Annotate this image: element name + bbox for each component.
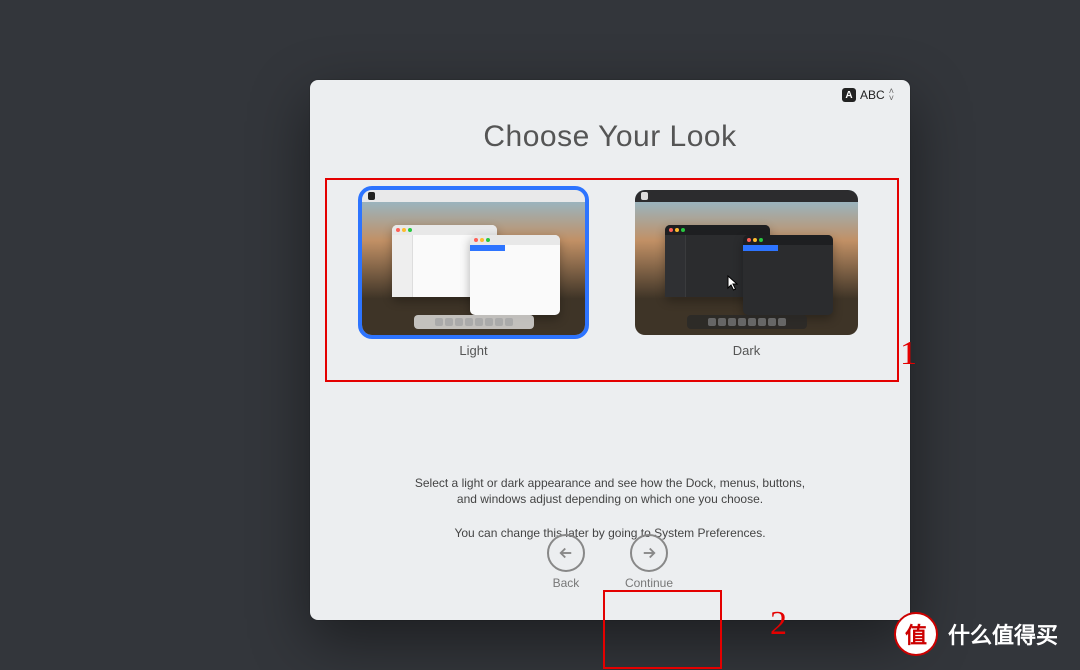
annotation-number-2: 2 (770, 605, 787, 643)
arrow-left-icon (547, 534, 585, 572)
input-source-selector[interactable]: A ABC ˄˅ (842, 88, 894, 102)
description: Select a light or dark appearance and se… (310, 474, 910, 542)
theme-option-dark[interactable]: Dark (635, 190, 858, 358)
chevron-up-down-icon: ˄˅ (889, 88, 894, 102)
setup-window: A ABC ˄˅ Choose Your Look Light (310, 80, 910, 620)
watermark-text: 什么值得买 (948, 618, 1058, 650)
back-label: Back (553, 576, 580, 590)
continue-button[interactable]: Continue (625, 534, 673, 590)
watermark-badge: 值 (894, 612, 938, 656)
back-button[interactable]: Back (547, 534, 585, 590)
arrow-right-icon (630, 534, 668, 572)
nav-buttons: Back Continue (310, 534, 910, 590)
cursor-icon (727, 275, 739, 291)
dark-preview-thumbnail (635, 190, 858, 335)
description-line2: and windows adjust depending on which on… (310, 492, 910, 506)
description-line1: Select a light or dark appearance and se… (310, 476, 910, 490)
annotation-number-1: 1 (900, 335, 917, 373)
light-preview-thumbnail (362, 190, 585, 335)
continue-label: Continue (625, 576, 673, 590)
watermark: 值 什么值得买 (894, 612, 1058, 656)
page-title: Choose Your Look (310, 120, 910, 154)
theme-option-light[interactable]: Light (362, 190, 585, 358)
apple-icon (368, 192, 375, 200)
theme-label-light: Light (459, 343, 487, 358)
theme-options: Light Dark (335, 190, 885, 445)
input-source-label: ABC (860, 88, 885, 102)
theme-label-dark: Dark (733, 343, 760, 358)
input-source-icon: A (842, 88, 856, 102)
apple-icon (641, 192, 648, 200)
